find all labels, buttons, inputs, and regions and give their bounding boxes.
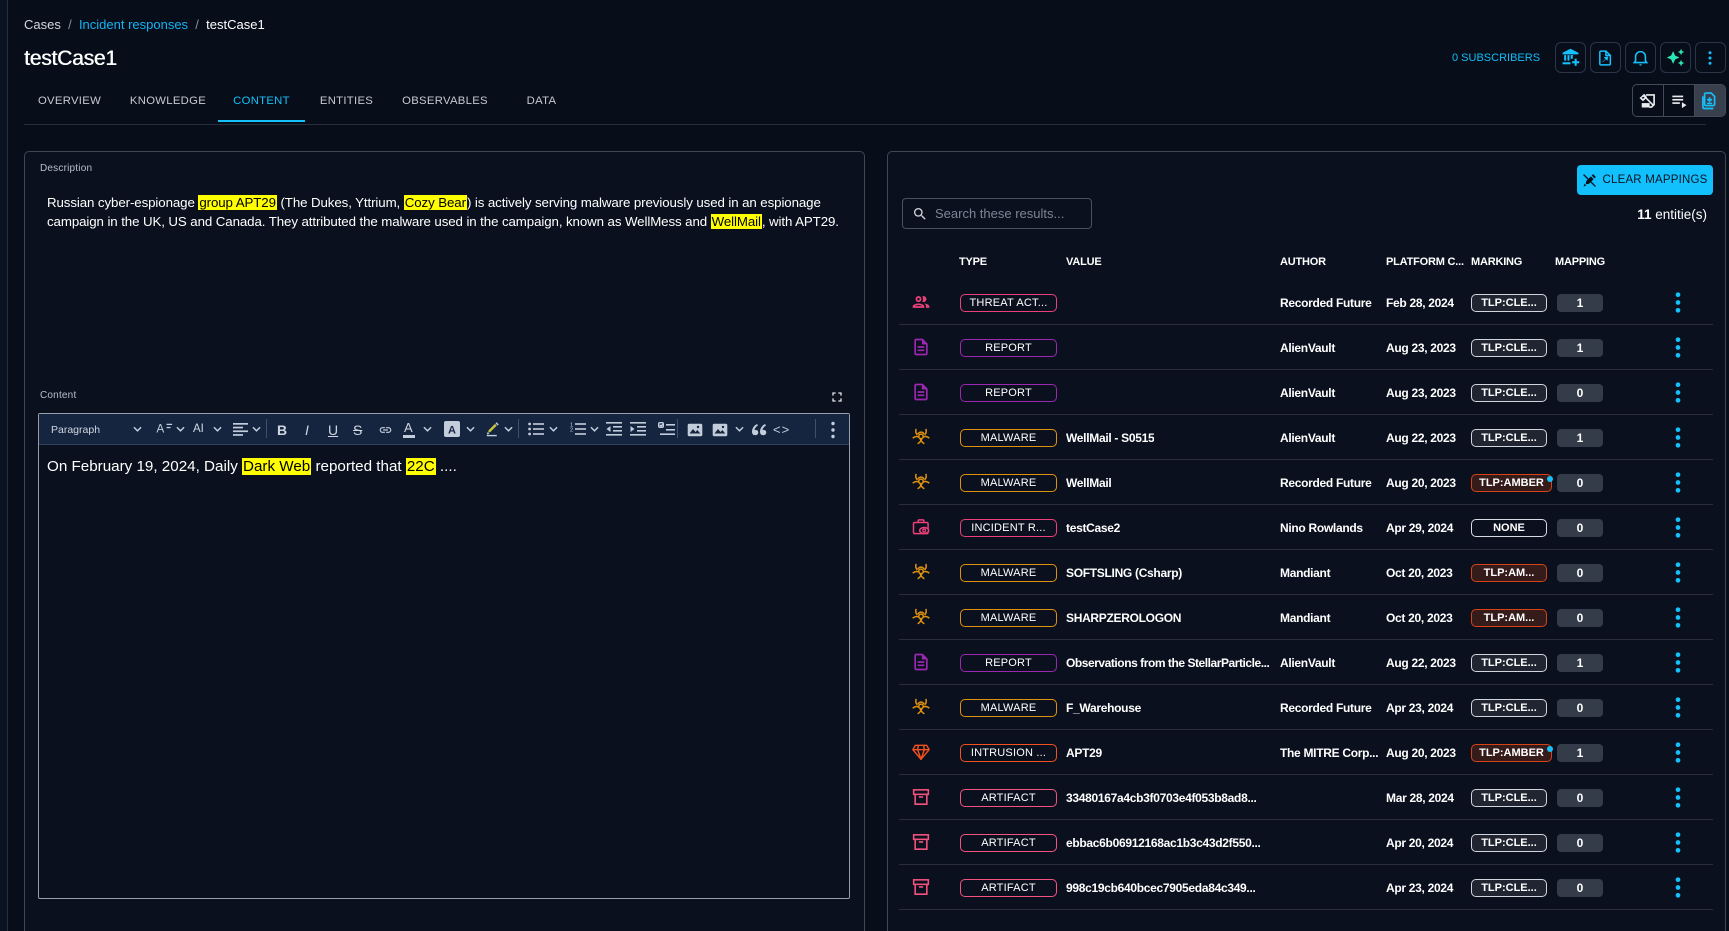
svg-text:A: A bbox=[448, 425, 456, 437]
svg-text:A: A bbox=[156, 421, 164, 435]
svg-text:2: 2 bbox=[570, 428, 573, 434]
